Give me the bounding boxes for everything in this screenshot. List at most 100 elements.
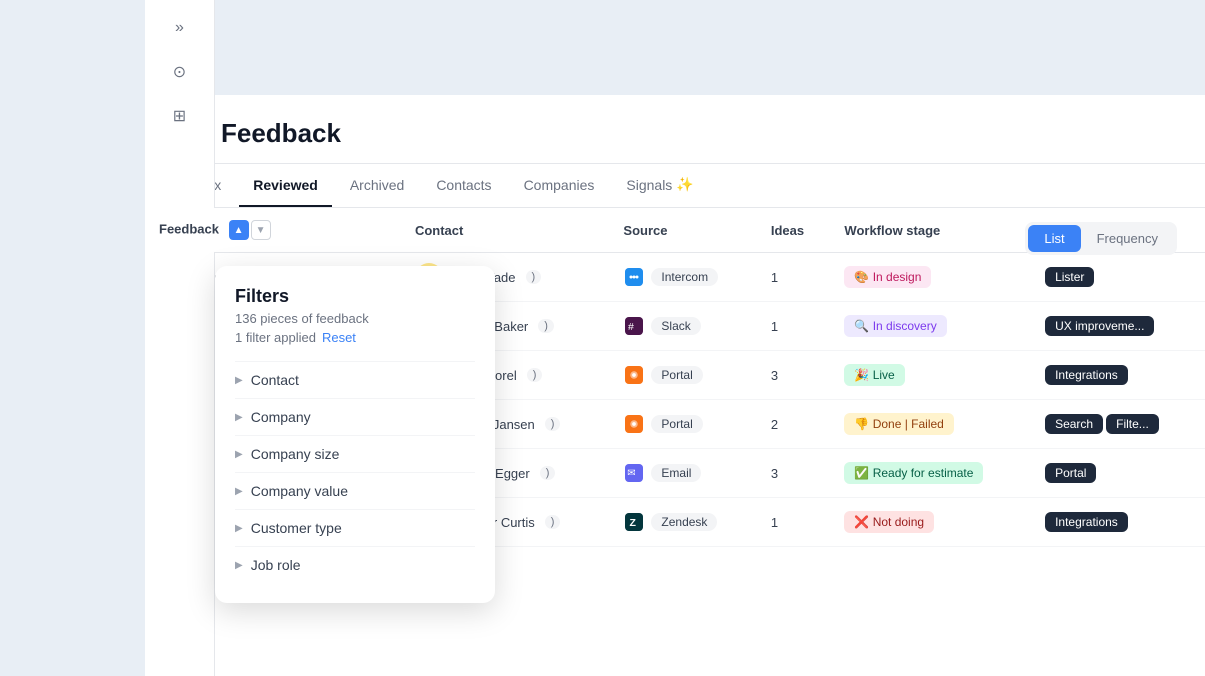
workflow-cell: 🎨 In design: [830, 253, 1031, 302]
sort-icons[interactable]: ▲ ▼: [229, 220, 271, 240]
tag-item: UX improveme...: [1045, 316, 1154, 336]
filter-label: Company size: [251, 446, 340, 462]
filters-title: Filters: [235, 286, 475, 307]
ideas-cell: 2: [757, 400, 831, 449]
ideas-cell: 1: [757, 253, 831, 302]
filter-item-company-size[interactable]: ▶ Company size: [235, 435, 475, 472]
workflow-cell: 🔍 In discovery: [830, 302, 1031, 351]
filters-count: 136 pieces of feedback: [235, 311, 475, 326]
source-cell: ✉ Email: [609, 449, 756, 498]
list-view-btn[interactable]: List: [1028, 225, 1080, 252]
source-name: Intercom: [651, 268, 718, 286]
filter-chevron-icon: ▶: [235, 449, 243, 460]
contact-tag: ): [526, 270, 542, 284]
filters-applied: 1 filter applied Reset: [235, 330, 475, 345]
filter-label: Contact: [251, 372, 299, 388]
sort-down-icon[interactable]: ▼: [251, 220, 271, 240]
sidebar-collapse-btn[interactable]: »: [162, 10, 198, 46]
tag-item: Portal: [1045, 463, 1096, 483]
sidebar-grid-icon[interactable]: ⊞: [162, 98, 198, 134]
source-cell: Z Zendesk: [609, 498, 756, 547]
tag-item: Integrations: [1045, 365, 1128, 385]
tabs-bar: Inbox Reviewed Archived Contacts Compani…: [145, 164, 1205, 208]
workflow-cell: 👎 Done | Failed: [830, 400, 1031, 449]
tags-cell: Integrations: [1031, 498, 1205, 547]
svg-text:✉: ✉: [628, 468, 636, 479]
source-icon: [623, 364, 645, 386]
workflow-cell: ❌ Not doing: [830, 498, 1031, 547]
workflow-badge: 🔍 In discovery: [844, 315, 946, 337]
reset-filters-btn[interactable]: Reset: [322, 330, 356, 345]
col-source: Source: [609, 208, 756, 253]
sidebar-dashboard-icon[interactable]: ⊙: [162, 54, 198, 90]
contact-tag: ): [545, 515, 561, 529]
tag-item: Integrations: [1045, 512, 1128, 532]
source-name: Portal: [651, 415, 702, 433]
signals-sparkle-icon: ✨: [676, 176, 693, 193]
filter-item-company[interactable]: ▶ Company: [235, 398, 475, 435]
contact-tag: ): [527, 368, 543, 382]
tab-contacts[interactable]: Contacts: [422, 165, 505, 207]
source-name: Zendesk: [651, 513, 717, 531]
tab-archived[interactable]: Archived: [336, 165, 418, 207]
col-feedback: Feedback ▲ ▼: [145, 208, 401, 253]
main-content: Feedback Inbox Reviewed Archived Contact…: [145, 95, 1205, 676]
filter-item-contact[interactable]: ▶ Contact: [235, 361, 475, 398]
source-cell: # Slack: [609, 302, 756, 351]
filter-label: Company: [251, 409, 311, 425]
tag-item: Lister: [1045, 267, 1094, 287]
col-ideas: Ideas: [757, 208, 831, 253]
source-icon: Z: [623, 511, 645, 533]
source-name: Email: [651, 464, 701, 482]
filters-panel: Filters 136 pieces of feedback 1 filter …: [215, 266, 495, 603]
source-icon: [623, 413, 645, 435]
source-name: Portal: [651, 366, 702, 384]
frequency-view-btn[interactable]: Frequency: [1081, 225, 1174, 252]
left-sidebar: » ⊙ ⊞: [145, 0, 215, 676]
workflow-badge: 🎉 Live: [844, 364, 904, 386]
tag-item: Filte...: [1106, 414, 1159, 434]
filter-chevron-icon: ▶: [235, 486, 243, 497]
page-header: Feedback: [145, 95, 1205, 164]
ideas-cell: 1: [757, 498, 831, 547]
page-title: Feedback: [221, 118, 341, 149]
source-icon: ✉: [623, 462, 645, 484]
filter-label: Customer type: [251, 520, 342, 536]
ideas-cell: 3: [757, 351, 831, 400]
tab-reviewed[interactable]: Reviewed: [239, 165, 332, 207]
contact-tag: ): [545, 417, 561, 431]
ideas-count: 1: [771, 319, 778, 334]
sort-up-icon[interactable]: ▲: [229, 220, 249, 240]
filter-chevron-icon: ▶: [235, 412, 243, 423]
ideas-count: 1: [771, 270, 778, 285]
ideas-cell: 3: [757, 449, 831, 498]
filter-item-job-role[interactable]: ▶ Job role: [235, 546, 475, 583]
filter-item-company-value[interactable]: ▶ Company value: [235, 472, 475, 509]
tags-cell: Portal: [1031, 449, 1205, 498]
content-area: List Frequency Feedback ▲ ▼ Contact: [145, 208, 1205, 676]
source-cell: Portal: [609, 351, 756, 400]
filter-label: Job role: [251, 557, 301, 573]
source-name: Slack: [651, 317, 700, 335]
workflow-cell: 🎉 Live: [830, 351, 1031, 400]
source-icon: #: [623, 315, 645, 337]
filter-item-customer-type[interactable]: ▶ Customer type: [235, 509, 475, 546]
ideas-count: 3: [771, 466, 778, 481]
filter-chevron-icon: ▶: [235, 375, 243, 386]
source-icon: [623, 266, 645, 288]
contact-tag: ): [538, 319, 554, 333]
tag-item: Search: [1045, 414, 1103, 434]
col-workflow: Workflow stage: [830, 208, 1031, 253]
source-cell: Portal: [609, 400, 756, 449]
svg-text:#: #: [628, 321, 634, 333]
tab-companies[interactable]: Companies: [510, 165, 609, 207]
tags-cell: SearchFilte...: [1031, 400, 1205, 449]
contact-tag: ): [540, 466, 556, 480]
source-cell: Intercom: [609, 253, 756, 302]
filter-items-list: ▶ Contact ▶ Company ▶ Company size ▶ Com…: [235, 361, 475, 583]
ideas-count: 3: [771, 368, 778, 383]
workflow-badge: ❌ Not doing: [844, 511, 934, 533]
tab-signals[interactable]: Signals ✨: [612, 164, 707, 207]
ideas-cell: 1: [757, 302, 831, 351]
workflow-badge: ✅ Ready for estimate: [844, 462, 983, 484]
